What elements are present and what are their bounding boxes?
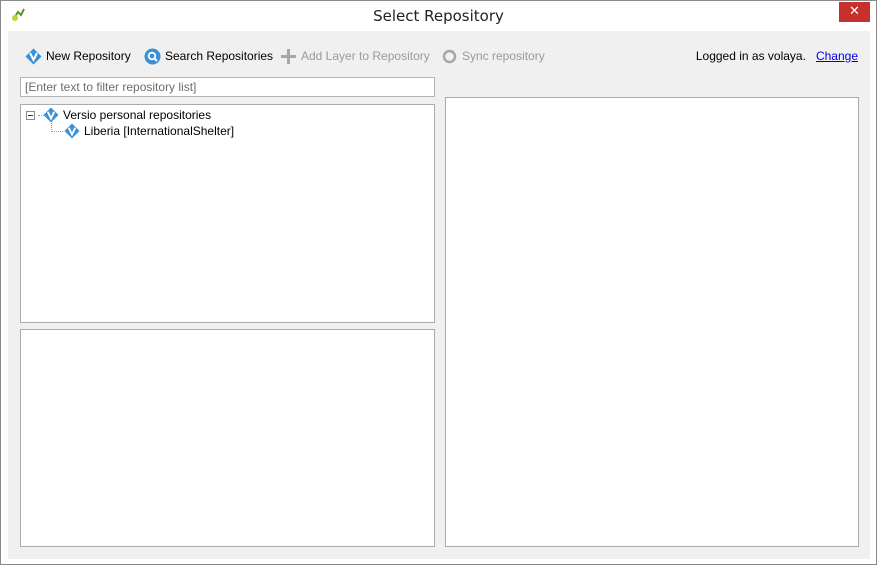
toolbar: New Repository Search Repositories Add L…	[8, 31, 870, 77]
close-button[interactable]: ✕	[839, 2, 870, 22]
tree-item-versio-personal-repositories[interactable]: Versio personal repositories	[26, 107, 211, 123]
search-repositories-button[interactable]: Search Repositories	[144, 47, 273, 65]
title-bar[interactable]: Select Repository ✕	[1, 1, 876, 31]
tree-connector	[38, 115, 46, 116]
change-login-link[interactable]: Change	[816, 49, 858, 63]
tree-item-liberia[interactable]: Liberia [InternationalShelter]	[64, 123, 234, 139]
tree-child-label: Liberia [InternationalShelter]	[84, 124, 235, 138]
repository-info-panel	[445, 97, 859, 547]
login-status-text: Logged in as volaya.	[695, 49, 806, 63]
dialog-body: New Repository Search Repositories Add L…	[8, 31, 870, 559]
login-status: Logged in as volaya. Change	[696, 49, 858, 63]
tree-root-label: Versio personal repositories	[63, 108, 212, 122]
sync-repository-button[interactable]: Sync repository	[441, 47, 545, 65]
search-icon	[144, 48, 161, 64]
repository-tree[interactable]: Versio personal repositories Liberia [In…	[20, 104, 435, 323]
repository-filter-input[interactable]	[20, 77, 435, 97]
collapse-icon[interactable]	[26, 110, 35, 120]
add-layer-label: Add Layer to Repository	[301, 49, 430, 63]
sync-repository-label: Sync repository	[462, 49, 545, 63]
repository-details-panel	[20, 329, 435, 547]
tree-connector	[51, 131, 63, 132]
sync-icon	[442, 49, 457, 63]
select-repository-dialog: Select Repository ✕ New Repository Searc…	[0, 0, 877, 565]
plus-icon	[281, 48, 296, 64]
window-title: Select Repository	[373, 7, 504, 25]
versio-icon	[64, 123, 80, 139]
add-layer-button[interactable]: Add Layer to Repository	[280, 47, 430, 65]
new-repository-label: New Repository	[46, 49, 131, 63]
new-repository-button[interactable]: New Repository	[25, 47, 131, 65]
search-repositories-label: Search Repositories	[165, 49, 274, 63]
versio-icon	[25, 48, 42, 64]
